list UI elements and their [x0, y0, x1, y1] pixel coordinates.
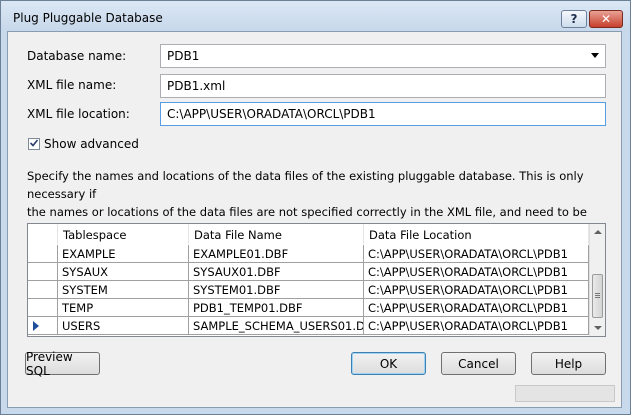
row-selector[interactable]	[28, 245, 58, 263]
description-line-1: Specify the names and locations of the d…	[27, 169, 584, 201]
help-icon: ?	[570, 12, 578, 26]
tablespace-cell[interactable]: SYSAUX	[58, 263, 189, 281]
row-selector[interactable]	[28, 281, 58, 299]
table-row[interactable]: SYSTEM SYSTEM01.DBF C:\APP\USER\ORADATA\…	[28, 281, 590, 299]
checkmark-icon	[30, 139, 38, 147]
tablespace-cell[interactable]: EXAMPLE	[58, 245, 189, 263]
ok-label: OK	[379, 356, 398, 371]
database-name-value: PDB1	[167, 49, 200, 63]
scroll-up-arrow-icon[interactable]	[594, 230, 602, 234]
table-row[interactable]: SYSAUX SYSAUX01.DBF C:\APP\USER\ORADATA\…	[28, 263, 590, 281]
title-help-button[interactable]: ?	[561, 10, 587, 28]
cancel-label: Cancel	[458, 356, 499, 371]
show-advanced-checkbox[interactable]	[28, 138, 40, 150]
data-file-location-cell[interactable]: C:\APP\USER\ORADATA\ORCL\PDB1	[364, 299, 589, 317]
preview-sql-button[interactable]: Preview SQL	[25, 349, 100, 378]
table-row[interactable]: USERS SAMPLE_SCHEMA_USERS01.DBF C:\APP\U…	[28, 317, 590, 335]
tablespace-cell[interactable]: USERS	[58, 317, 189, 335]
data-file-name-cell[interactable]: SYSAUX01.DBF	[189, 263, 364, 281]
xml-file-name-value: PDB1.xml	[167, 79, 226, 93]
xml-file-location-value: C:\APP\USER\ORADATA\ORCL\PDB1	[167, 107, 376, 121]
table-row[interactable]: TEMP PDB1_TEMP01.DBF C:\APP\USER\ORADATA…	[28, 299, 590, 317]
column-header-data-file-name[interactable]: Data File Name	[189, 224, 364, 244]
ok-button[interactable]: OK	[351, 352, 426, 375]
data-file-name-cell[interactable]: SAMPLE_SCHEMA_USERS01.DBF	[189, 317, 364, 335]
row-header-corner	[28, 224, 58, 244]
column-header-data-file-location[interactable]: Data File Location	[364, 224, 589, 244]
xml-file-location-input[interactable]: C:\APP\USER\ORADATA\ORCL\PDB1	[160, 102, 606, 126]
data-files-table[interactable]: Tablespace Data File Name Data File Loca…	[27, 223, 606, 337]
cancel-button[interactable]: Cancel	[441, 352, 516, 375]
scroll-down-arrow-icon[interactable]	[594, 326, 602, 330]
xml-file-name-input[interactable]: PDB1.xml	[160, 74, 606, 98]
tablespace-cell[interactable]: TEMP	[58, 299, 189, 317]
grip-line	[595, 293, 600, 294]
table-vertical-scrollbar[interactable]	[589, 224, 605, 336]
show-advanced-label[interactable]: Show advanced	[44, 137, 139, 151]
row-selector[interactable]	[28, 317, 58, 335]
status-progress-bar	[515, 385, 615, 402]
data-file-location-cell[interactable]: C:\APP\USER\ORADATA\ORCL\PDB1	[364, 263, 589, 281]
preview-sql-label: Preview SQL	[26, 349, 73, 378]
current-row-arrow-icon	[33, 321, 39, 331]
grip-line	[595, 295, 600, 296]
title-close-button[interactable]: ✕	[589, 10, 623, 28]
data-file-location-cell[interactable]: C:\APP\USER\ORADATA\ORCL\PDB1	[364, 281, 589, 299]
data-file-name-cell[interactable]: EXAMPLE01.DBF	[189, 245, 364, 263]
help-button[interactable]: Help	[531, 352, 606, 375]
close-icon: ✕	[600, 12, 612, 26]
scrollbar-thumb[interactable]	[592, 274, 603, 318]
column-header-tablespace[interactable]: Tablespace	[58, 224, 189, 244]
row-selector[interactable]	[28, 263, 58, 281]
data-file-name-cell[interactable]: SYSTEM01.DBF	[189, 281, 364, 299]
xml-file-location-label: XML file location:	[27, 107, 130, 121]
chevron-down-icon	[591, 53, 599, 58]
data-file-name-cell[interactable]: PDB1_TEMP01.DBF	[189, 299, 364, 317]
xml-file-name-label: XML file name:	[27, 78, 117, 92]
data-file-location-cell[interactable]: C:\APP\USER\ORADATA\ORCL\PDB1	[364, 245, 589, 263]
grip-line	[595, 297, 600, 298]
window-title: Plug Pluggable Database	[13, 11, 163, 25]
table-row[interactable]: EXAMPLE EXAMPLE01.DBF C:\APP\USER\ORADAT…	[28, 245, 590, 263]
database-name-label: Database name:	[27, 49, 127, 63]
database-name-dropdown[interactable]: PDB1	[160, 44, 606, 68]
title-bar[interactable]: Plug Pluggable Database ? ✕	[1, 1, 630, 31]
tablespace-cell[interactable]: SYSTEM	[58, 281, 189, 299]
row-selector[interactable]	[28, 299, 58, 317]
help-label: Help	[554, 356, 583, 371]
data-file-location-cell[interactable]: C:\APP\USER\ORADATA\ORCL\PDB1	[364, 317, 589, 335]
